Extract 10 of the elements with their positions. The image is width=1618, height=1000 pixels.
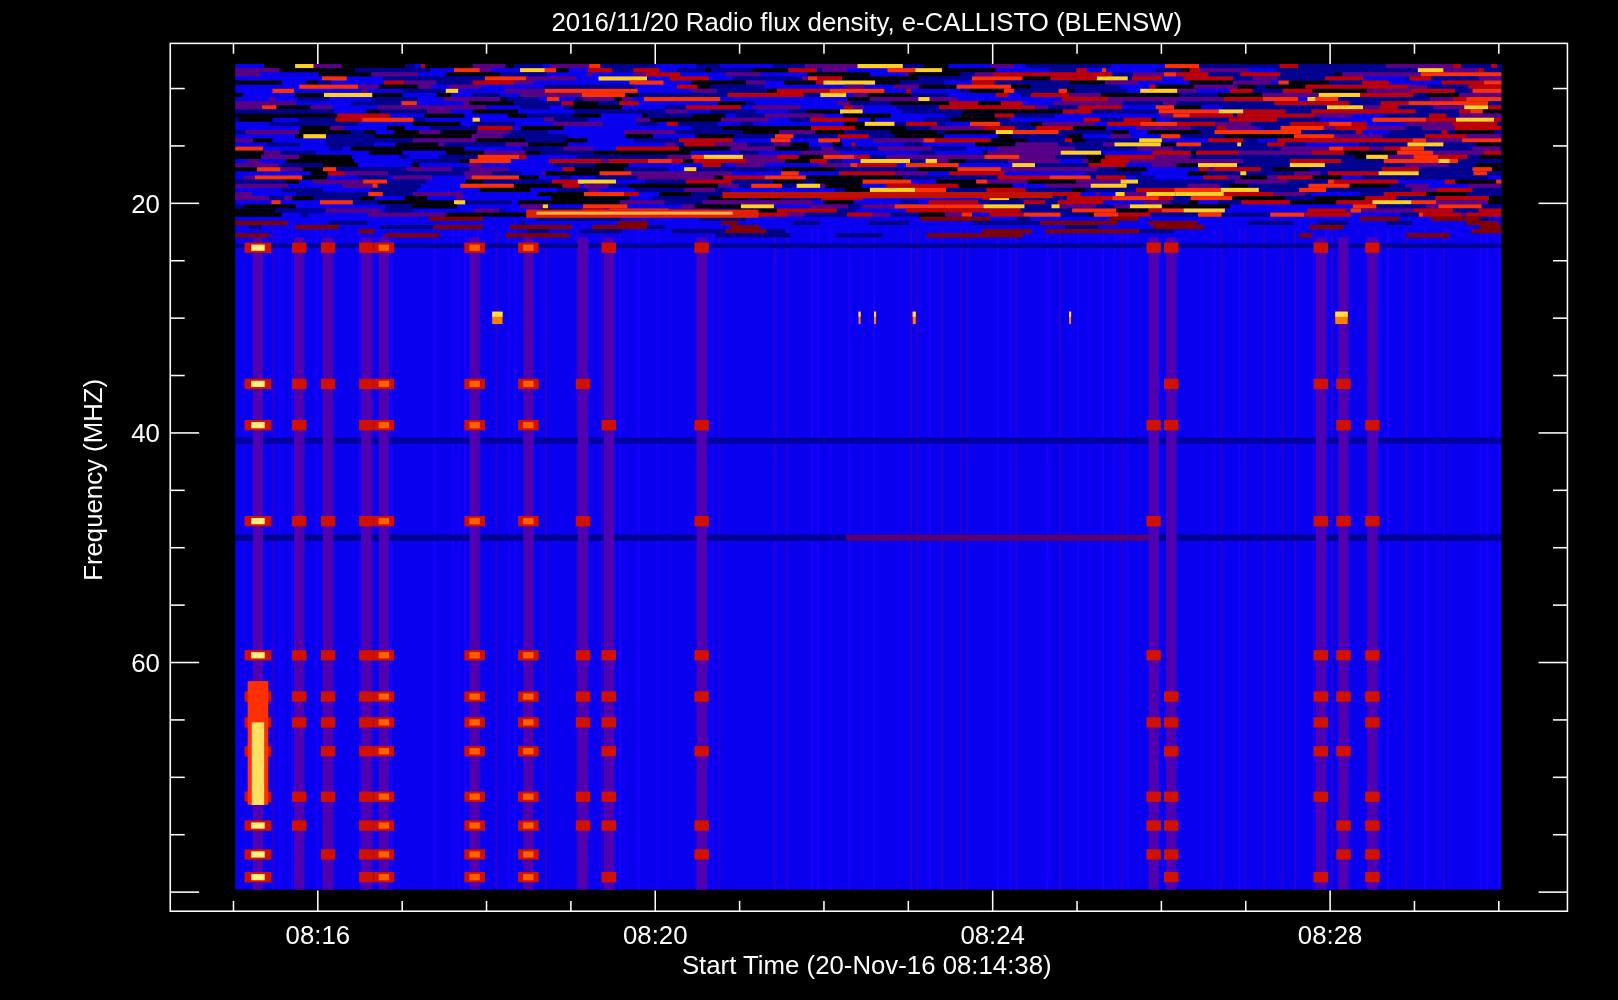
y-axis-title: Frequency (MHZ) <box>79 378 108 581</box>
x-tick-label: 08:16 <box>285 921 351 950</box>
x-tick-label: 08:20 <box>623 921 688 950</box>
x-axis-title: Start Time (20-Nov-16 08:14:38) <box>681 951 1052 980</box>
y-tick-label: 60 <box>131 648 160 677</box>
x-tick-label: 08:24 <box>960 921 1025 950</box>
y-tick-label: 20 <box>131 189 160 218</box>
y-tick-label: 40 <box>131 419 160 448</box>
x-tick-label: 08:28 <box>1297 921 1363 950</box>
chart-title: 2016/11/20 Radio flux density, e-CALLISTO (BLENSW) <box>551 8 1183 36</box>
